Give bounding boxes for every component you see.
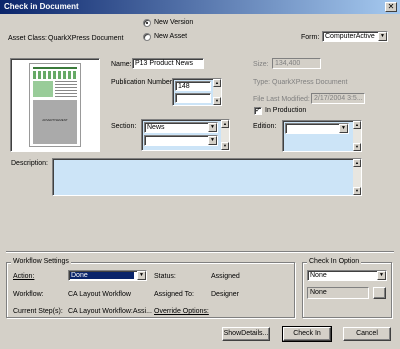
scroll-up-icon[interactable]: ▲	[353, 159, 361, 167]
name-input[interactable]: P13 Product News	[132, 58, 204, 69]
preview-ad-text: ADVERTISEMENT	[42, 118, 68, 122]
workflow-value: CA Layout Workflow	[68, 291, 131, 298]
section-select-2[interactable]: ▼	[144, 135, 218, 146]
size-field: 134,400	[272, 58, 321, 69]
publication-number-field-1[interactable]: 148	[175, 81, 211, 91]
check-in-option-select-value: None	[310, 272, 327, 279]
section-list[interactable]: News ▼ ▼ ▲ ▼	[141, 119, 230, 151]
new-version-label[interactable]: New Version	[154, 18, 193, 27]
check-in-option-select[interactable]: None ▼	[307, 270, 387, 281]
close-button[interactable]: ✕	[385, 2, 397, 12]
check-in-option-field: None	[307, 287, 369, 299]
document-preview: ADVERTISEMENT	[10, 58, 100, 152]
name-input-value: P13 Product News	[135, 60, 193, 67]
asset-class-label: Asset Class:	[8, 35, 47, 42]
title-bar: Check in Document	[0, 0, 400, 14]
preview-page: ADVERTISEMENT	[29, 63, 81, 147]
chevron-down-icon[interactable]: ▼	[378, 32, 387, 41]
action-select[interactable]: Done ▼	[68, 270, 147, 281]
publication-number-value-1: 148	[178, 83, 190, 90]
chevron-down-icon[interactable]: ▼	[339, 124, 348, 133]
scroll-down-icon[interactable]: ▼	[221, 142, 229, 150]
status-label: Status:	[154, 273, 176, 280]
chevron-down-icon[interactable]: ▼	[377, 271, 386, 280]
in-production-checkbox[interactable]: ✓	[254, 107, 262, 115]
scroll-down-icon[interactable]: ▼	[213, 97, 221, 105]
in-production-label[interactable]: In Production	[265, 106, 306, 115]
chevron-down-icon[interactable]: ▼	[208, 123, 217, 132]
description-label: Description:	[11, 160, 48, 167]
edition-list[interactable]: ▼ ▲ ▼	[282, 120, 362, 152]
scroll-down-icon[interactable]: ▼	[353, 143, 361, 151]
check-in-option-field-value: None	[310, 289, 327, 296]
type-value: QuarkXPress Document	[272, 79, 348, 86]
form-select[interactable]: ComputerActive ▼	[322, 31, 388, 42]
new-asset-radio[interactable]	[143, 33, 151, 41]
edition-scrollbar[interactable]: ▲ ▼	[353, 121, 361, 151]
preview-ad-block: ADVERTISEMENT	[33, 100, 77, 144]
preview-column	[55, 81, 77, 97]
file-last-modified-label: File Last Modified:	[253, 96, 310, 103]
cancel-button[interactable]: Cancel	[343, 327, 391, 341]
name-label: Name:	[111, 61, 132, 68]
edition-label: Edition:	[253, 123, 277, 130]
status-value: Assigned	[211, 273, 240, 280]
preview-text-block	[33, 71, 77, 79]
check-in-option-title: Check In Option	[307, 257, 362, 266]
size-label: Size:	[253, 61, 269, 68]
file-last-modified-value: 2/17/2004 3:5...	[314, 95, 363, 102]
section-value-1: News	[147, 124, 165, 131]
description-scrollbar[interactable]: ▲ ▼	[353, 159, 361, 195]
type-label: Type:	[253, 79, 271, 86]
window-title: Check in Document	[4, 2, 79, 11]
action-select-value: Done	[70, 272, 134, 279]
current-step-value: CA Layout Workflow:Assi...	[68, 308, 152, 315]
scroll-up-icon[interactable]: ▲	[221, 120, 229, 128]
override-options-text: Override Options:	[154, 308, 209, 315]
close-icon: ✕	[387, 2, 395, 11]
scroll-up-icon[interactable]: ▲	[353, 121, 361, 129]
new-version-radio[interactable]	[143, 19, 151, 27]
size-value: 134,400	[275, 60, 301, 67]
chevron-down-icon[interactable]: ▼	[137, 271, 146, 280]
checkmark-icon: ✓	[255, 107, 261, 114]
preview-header-bar	[33, 67, 77, 69]
override-options-label: Override Options:	[154, 307, 209, 316]
section-label: Section:	[111, 123, 137, 130]
assigned-to-value: Designer	[211, 291, 240, 298]
section-scrollbar[interactable]: ▲ ▼	[221, 120, 229, 150]
edition-select[interactable]: ▼	[285, 123, 349, 134]
scroll-down-icon[interactable]: ▼	[353, 187, 361, 195]
assigned-to-label: Assigned To:	[154, 291, 194, 298]
workflow-label: Workflow:	[13, 291, 44, 298]
workflow-settings-title: Workflow Settings	[11, 257, 71, 266]
publication-number-scrollbar[interactable]: ▲ ▼	[213, 79, 221, 105]
form-select-value: ComputerActive	[325, 33, 375, 40]
action-label: Action:	[13, 272, 34, 281]
form-label: Form:	[301, 34, 320, 41]
action-label-text: Action:	[13, 273, 35, 280]
new-asset-label[interactable]: New Asset	[154, 32, 187, 41]
description-textarea[interactable]: ▲ ▼	[52, 158, 362, 196]
preview-image	[33, 81, 53, 97]
current-step-label: Current Step(s):	[13, 308, 63, 315]
section-select-1[interactable]: News ▼	[144, 122, 218, 133]
file-last-modified-field: 2/17/2004 3:5...	[311, 93, 365, 104]
publication-number-field-2[interactable]	[175, 93, 211, 103]
check-in-button[interactable]: Check In	[282, 326, 332, 342]
divider	[6, 251, 394, 253]
publication-number-list[interactable]: 148 ▲ ▼	[172, 78, 222, 106]
scroll-up-icon[interactable]: ▲	[213, 79, 221, 87]
show-details-button[interactable]: ShowDetails...	[222, 327, 270, 341]
check-in-option-browse-button[interactable]	[373, 287, 386, 299]
asset-class-value: QuarkXPress Document	[48, 35, 124, 42]
chevron-down-icon[interactable]: ▼	[208, 136, 217, 145]
publication-number-label: Publication Number:	[111, 79, 175, 86]
